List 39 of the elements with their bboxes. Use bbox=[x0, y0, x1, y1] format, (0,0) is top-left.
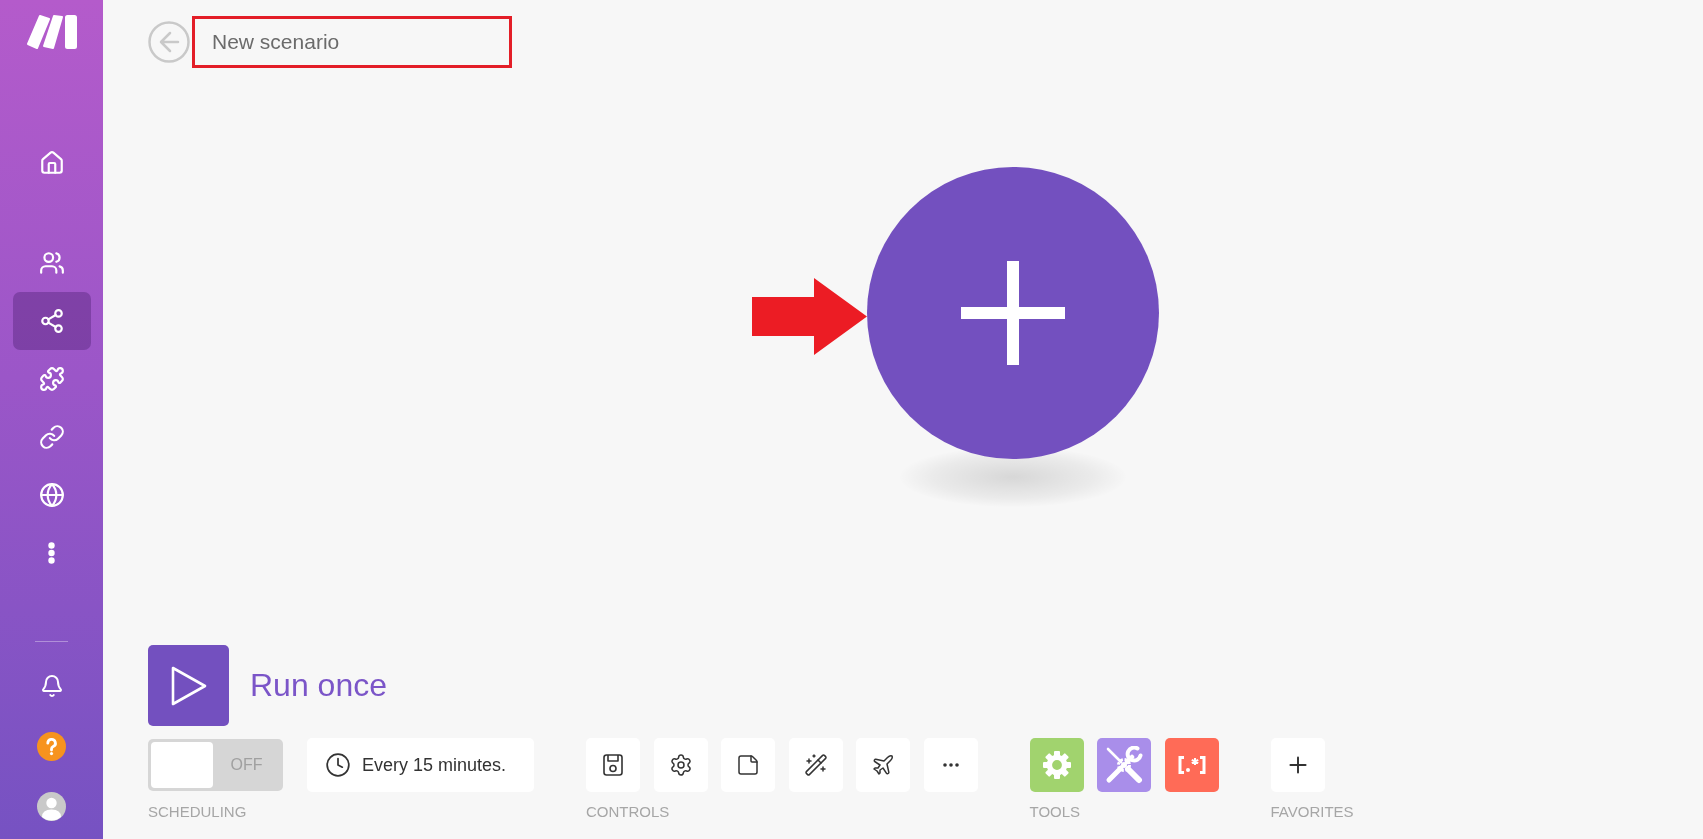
tool-button[interactable] bbox=[1097, 738, 1151, 792]
share-icon bbox=[38, 308, 65, 334]
airplane-button[interactable] bbox=[856, 738, 910, 792]
more-icon bbox=[942, 763, 959, 767]
section-label: FAVORITES bbox=[1270, 804, 1354, 820]
settings-button[interactable] bbox=[653, 738, 708, 792]
more-icon bbox=[48, 542, 55, 564]
globe-icon bbox=[38, 482, 65, 508]
tool-button[interactable] bbox=[1164, 738, 1219, 792]
home-icon bbox=[38, 150, 65, 176]
magic-wand-icon bbox=[803, 753, 828, 777]
logo-icon bbox=[26, 14, 77, 50]
bell-icon[interactable] bbox=[39, 674, 64, 698]
play-icon bbox=[170, 665, 207, 706]
sidebar-item[interactable] bbox=[12, 292, 91, 350]
add-favorite-button[interactable] bbox=[1270, 738, 1325, 792]
schedule-button[interactable]: Every 15 minutes. bbox=[307, 738, 534, 792]
save-button[interactable] bbox=[586, 738, 640, 792]
run-once-button[interactable] bbox=[148, 645, 229, 726]
wrench-screwdriver-icon bbox=[1105, 746, 1143, 784]
run-once-label: Run once bbox=[250, 667, 387, 704]
scenario-name-field[interactable]: New scenario bbox=[192, 16, 512, 68]
avatar-icon[interactable] bbox=[37, 791, 66, 821]
magic-wand-button[interactable] bbox=[788, 738, 843, 792]
users-icon bbox=[38, 250, 65, 276]
airplane-icon bbox=[871, 753, 895, 777]
plus-icon bbox=[961, 261, 1065, 365]
sticky-note-icon bbox=[736, 753, 760, 777]
puzzle-icon bbox=[38, 366, 65, 392]
note-button[interactable] bbox=[721, 738, 775, 792]
help-icon[interactable] bbox=[37, 731, 66, 761]
settings-icon bbox=[668, 753, 693, 777]
gear-icon bbox=[1042, 751, 1071, 779]
clock-icon bbox=[325, 752, 351, 778]
section-label: TOOLS bbox=[1029, 804, 1081, 820]
link-icon bbox=[38, 424, 65, 450]
section-label: SCHEDULING bbox=[148, 804, 247, 820]
section-label: CONTROLS bbox=[586, 804, 670, 820]
brackets-icon bbox=[1177, 756, 1206, 774]
